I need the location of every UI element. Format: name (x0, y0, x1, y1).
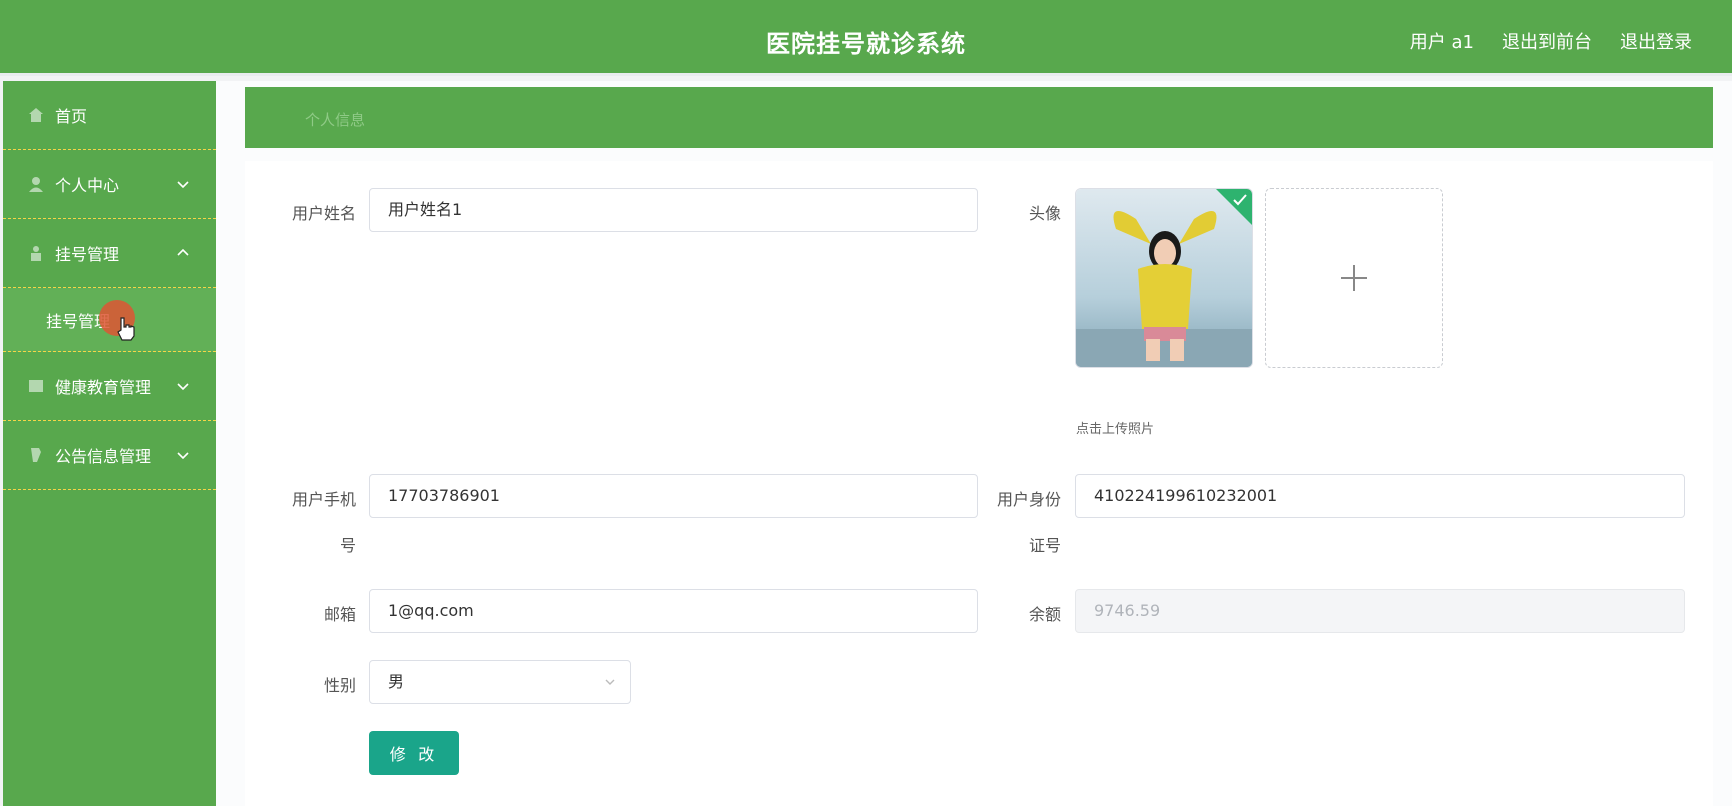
top-header: 医院挂号就诊系统 用户 a1 退出到前台 退出登录 (0, 0, 1732, 76)
sidebar-item-registration[interactable]: 挂号管理 (3, 219, 216, 288)
phone-input[interactable]: 17703786901 (369, 474, 978, 518)
notice-icon (27, 446, 45, 464)
chevron-down-icon (177, 452, 189, 460)
gender-select[interactable]: 男 (369, 660, 631, 704)
sidebar-item-label: 健康教育管理 (55, 378, 152, 397)
sidebar: 首页 个人中心 挂号管理 挂号管理 健康教育管理 公告信息管理 (3, 81, 216, 806)
id-card-input[interactable]: 410224199610232001 (1075, 474, 1685, 518)
id-card-label-line2: 证号 (1028, 536, 1061, 555)
user-icon (27, 175, 45, 193)
save-button[interactable]: 修 改 (369, 731, 459, 775)
sidebar-item-label: 个人中心 (55, 176, 120, 195)
plus-icon (1341, 265, 1367, 291)
sidebar-item-home[interactable]: 首页 (3, 81, 216, 150)
name-label: 用户姓名 (291, 204, 356, 223)
chevron-up-icon (177, 248, 189, 256)
breadcrumb: 个人信息 (245, 87, 1713, 148)
avatar-photo (1076, 189, 1252, 367)
sidebar-item-label: 首页 (55, 107, 88, 126)
sidebar-item-label: 公告信息管理 (55, 447, 152, 466)
email-label: 邮箱 (323, 605, 356, 624)
check-icon (1233, 194, 1247, 206)
sidebar-item-personal-center[interactable]: 个人中心 (3, 150, 216, 219)
sidebar-subitem-registration[interactable]: 挂号管理 (3, 288, 216, 352)
chevron-down-icon (177, 181, 189, 189)
home-icon (27, 106, 45, 124)
current-user-link[interactable]: 用户 a1 (1410, 28, 1474, 54)
phone-label: 用户手机 (291, 490, 356, 509)
sidebar-item-health-education[interactable]: 健康教育管理 (3, 352, 216, 421)
phone-label-line2: 号 (339, 536, 356, 555)
avatar-image[interactable] (1075, 188, 1253, 368)
logout-link[interactable]: 退出登录 (1620, 28, 1692, 54)
chevron-down-icon (605, 679, 615, 685)
breadcrumb-current[interactable]: 个人信息 (305, 109, 365, 130)
sidebar-item-notices[interactable]: 公告信息管理 (3, 421, 216, 490)
education-icon (27, 377, 45, 395)
balance-input: 9746.59 (1075, 589, 1685, 633)
id-card-label: 用户身份 (996, 490, 1061, 509)
name-input[interactable]: 用户姓名1 (369, 188, 978, 232)
gender-selected-value: 男 (388, 672, 405, 691)
hand-cursor-icon (117, 317, 135, 341)
email-input[interactable]: 1@qq.com (369, 589, 978, 633)
upload-photo-button[interactable] (1265, 188, 1443, 368)
upload-tip: 点击上传照片 (1076, 422, 1155, 437)
gender-label: 性别 (323, 676, 356, 695)
exit-to-front-link[interactable]: 退出到前台 (1502, 28, 1592, 54)
header-nav: 用户 a1 退出到前台 退出登录 (1410, 28, 1692, 54)
chevron-down-icon (177, 383, 189, 391)
avatar-label: 头像 (1028, 204, 1061, 223)
balance-label: 余额 (1028, 605, 1061, 624)
register-icon (27, 244, 45, 262)
sidebar-item-label: 挂号管理 (55, 245, 120, 264)
